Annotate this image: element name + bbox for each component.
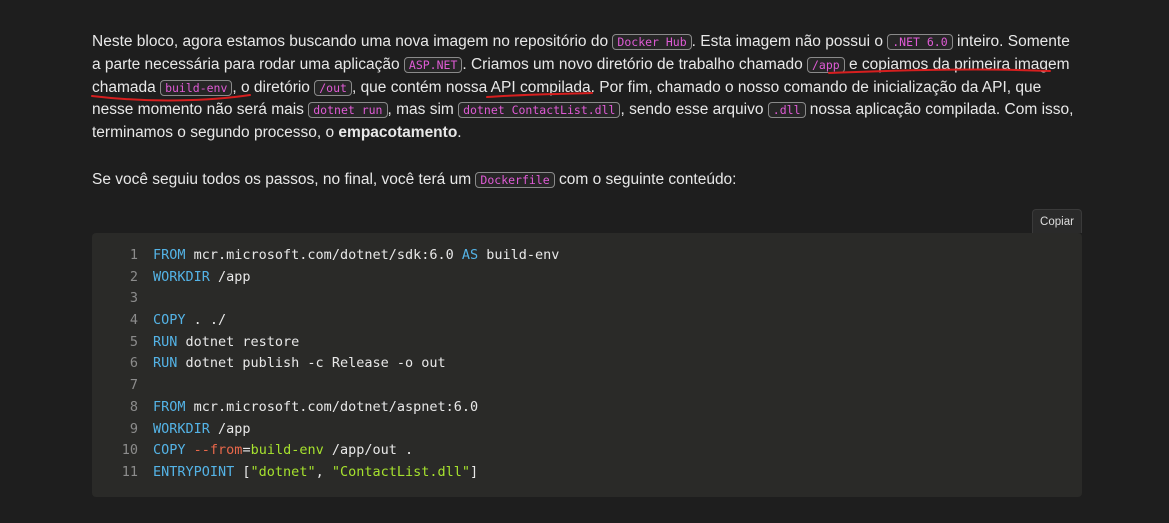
code-line: 4 COPY . ./ [92, 310, 559, 332]
text: , o diretório [232, 78, 315, 96]
text: , mas sim [387, 101, 459, 119]
keyword: FROM [153, 398, 186, 415]
line-number: 4 [129, 312, 138, 329]
text: Neste bloco, agora estamos buscando uma … [92, 33, 613, 50]
code-text: /app [209, 420, 251, 437]
code-text: mcr.microsoft.com/dotnet/aspnet:6.0 [185, 398, 479, 415]
line-number: 10 [121, 442, 138, 459]
text: . Criamos um novo diretório de trabalho … [462, 55, 807, 73]
keyword: RUN [153, 355, 178, 372]
text: . [457, 124, 462, 142]
text: com o seguinte conteúdo: [554, 170, 737, 188]
code-content: WORKDIR /app [153, 267, 251, 289]
code-line: 3 [92, 288, 559, 310]
string: "ContactList.dll" [331, 463, 471, 480]
flag-from: --from [193, 442, 243, 459]
keyword: WORKDIR [153, 420, 210, 437]
code-content: RUN dotnet publish -c Release -o out [153, 353, 446, 375]
code-text: , [315, 463, 332, 480]
string: "dotnet" [250, 463, 316, 480]
inline-code-docker-hub: Docker Hub [612, 34, 692, 50]
line-number: 7 [129, 377, 138, 394]
line-number: 5 [129, 333, 138, 350]
inline-code-build-env: build-env [160, 79, 233, 96]
inline-code-dotnet-run: dotnet run [308, 102, 388, 119]
code-content: COPY --from=build-env /app/out . [153, 440, 413, 462]
code-line: 9 WORKDIR /app [92, 419, 559, 441]
line-number: 8 [129, 398, 138, 415]
code-content: COPY . ./ [153, 310, 226, 332]
line-number: 9 [129, 420, 138, 437]
code-text: ] [470, 463, 479, 480]
code-line: 6 RUN dotnet publish -c Release -o out [92, 353, 559, 375]
keyword: RUN [153, 333, 178, 350]
keyword: ENTRYPOINT [153, 463, 235, 480]
keyword: COPY [153, 312, 186, 329]
article-content: Neste bloco, agora estamos buscando uma … [92, 31, 1082, 192]
line-number: 2 [129, 268, 138, 285]
keyword: FROM [153, 247, 186, 263]
paragraph-explanation: Neste bloco, agora estamos buscando uma … [92, 31, 1082, 145]
code-line: 5 RUN dotnet restore [92, 332, 559, 354]
code-text: [ [234, 463, 251, 480]
paragraph-intro-dockerfile: Se você seguiu todos os passos, no final… [92, 169, 1082, 192]
inline-code-aspnet: ASP.NET [403, 56, 463, 73]
code-text: . ./ [185, 312, 227, 329]
line-number: 6 [129, 355, 138, 372]
keyword: WORKDIR [153, 268, 210, 285]
code-text: /app/out . [323, 442, 414, 459]
code-line: 1 FROM mcr.microsoft.com/dotnet/sdk:6.0 … [92, 245, 560, 267]
inline-code-dockerfile: Dockerfile [475, 171, 555, 188]
code-content: WORKDIR /app [153, 419, 251, 441]
text: Se você seguiu todos os passos, no final… [92, 170, 476, 188]
inline-code-dll: .dll [767, 102, 806, 119]
code-text: = [242, 442, 251, 459]
code-text: dotnet publish -c Release -o out [177, 355, 446, 372]
text: , sendo esse arquivo [620, 101, 768, 119]
code-text: build-env [478, 247, 560, 263]
code-line: 11 ENTRYPOINT ["dotnet", "ContactList.dl… [92, 462, 559, 484]
inline-code-dotnet-dll: dotnet ContactList.dll [458, 102, 621, 119]
keyword: COPY [153, 442, 186, 459]
inline-code-app-dir: /app [807, 56, 845, 73]
stage-name: build-env [250, 442, 324, 459]
code-line: 10 COPY --from=build-env /app/out . [92, 440, 559, 462]
code-line: 7 [92, 375, 559, 397]
code-content: ENTRYPOINT ["dotnet", "ContactList.dll"] [153, 462, 478, 484]
code-lines: 1 FROM mcr.microsoft.com/dotnet/sdk:6.0 … [92, 245, 560, 484]
keyword: AS [461, 247, 479, 263]
line-number: 3 [129, 290, 138, 307]
line-number: 1 [129, 247, 138, 263]
strong-empacotamento: empacotamento [338, 124, 458, 142]
code-content: FROM mcr.microsoft.com/dotnet/aspnet:6.0 [153, 397, 478, 419]
copy-button[interactable]: Copiar [1032, 209, 1082, 233]
code-line: 2 WORKDIR /app [92, 267, 559, 289]
text: . Esta imagem não possui o [691, 33, 888, 50]
code-content: RUN dotnet restore [153, 332, 299, 354]
code-content: FROM mcr.microsoft.com/dotnet/sdk:6.0 AS… [153, 245, 559, 267]
code-block: 1 FROM mcr.microsoft.com/dotnet/sdk:6.0 … [92, 233, 1082, 497]
inline-code-out-dir: /out [314, 79, 352, 96]
code-text: /app [209, 268, 251, 285]
code-line: 8 FROM mcr.microsoft.com/dotnet/aspnet:6… [92, 397, 559, 419]
inline-code-dotnet-version: .NET 6.0 [887, 34, 953, 50]
code-text: mcr.microsoft.com/dotnet/sdk:6.0 [185, 247, 462, 263]
code-text: dotnet restore [177, 333, 300, 350]
line-number: 11 [121, 463, 138, 480]
